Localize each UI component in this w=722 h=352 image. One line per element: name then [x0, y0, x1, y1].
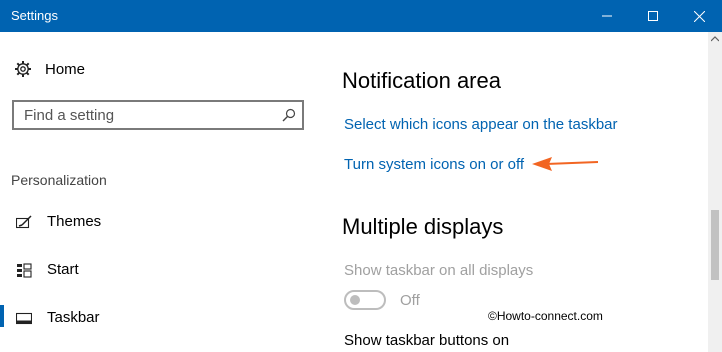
show-taskbar-all-displays-toggle[interactable] [344, 290, 386, 310]
maximize-icon [648, 11, 658, 21]
sidebar-item-label: Start [47, 261, 79, 278]
annotation-arrow-icon [532, 157, 599, 171]
show-taskbar-all-displays-label: Show taskbar on all displays [344, 262, 534, 279]
sidebar-item-start[interactable]: Start [0, 258, 300, 282]
scroll-thumb[interactable] [711, 210, 719, 280]
sidebar-item-taskbar[interactable]: Taskbar [0, 306, 300, 330]
minimize-icon [602, 15, 612, 17]
start-icon [17, 263, 32, 278]
watermark: ©Howto-connect.com [488, 309, 603, 323]
scrollbar[interactable] [708, 32, 722, 352]
themes-icon [16, 215, 32, 229]
multiple-displays-heading: Multiple displays [342, 214, 504, 239]
chevron-up-icon [711, 36, 719, 42]
window-title: Settings [11, 8, 58, 23]
gear-icon [15, 61, 31, 77]
scroll-up-button[interactable] [708, 32, 722, 46]
title-bar: Settings [0, 0, 722, 32]
search-input[interactable] [14, 102, 274, 128]
close-icon [693, 10, 705, 22]
show-taskbar-buttons-label: Show taskbar buttons on [344, 332, 510, 349]
section-heading-personalization: Personalization [11, 172, 107, 188]
select-icons-link[interactable]: Select which icons appear on the taskbar [344, 116, 618, 133]
sidebar-item-themes[interactable]: Themes [0, 210, 300, 234]
sidebar-item-label: Themes [47, 213, 102, 230]
nav-home-label: Home [45, 60, 86, 78]
search-icon[interactable] [282, 108, 296, 122]
search-box[interactable] [12, 100, 304, 130]
system-icons-link[interactable]: Turn system icons on or off [344, 156, 524, 173]
minimize-button[interactable] [584, 0, 630, 32]
taskbar-icon [16, 312, 32, 325]
notification-area-heading: Notification area [342, 68, 501, 93]
maximize-button[interactable] [630, 0, 676, 32]
sidebar-item-label: Taskbar [47, 309, 100, 326]
toggle-state-label: Off [400, 292, 420, 309]
nav-home[interactable]: Home [14, 58, 85, 80]
toggle-knob [350, 295, 360, 305]
close-button[interactable] [676, 0, 722, 32]
